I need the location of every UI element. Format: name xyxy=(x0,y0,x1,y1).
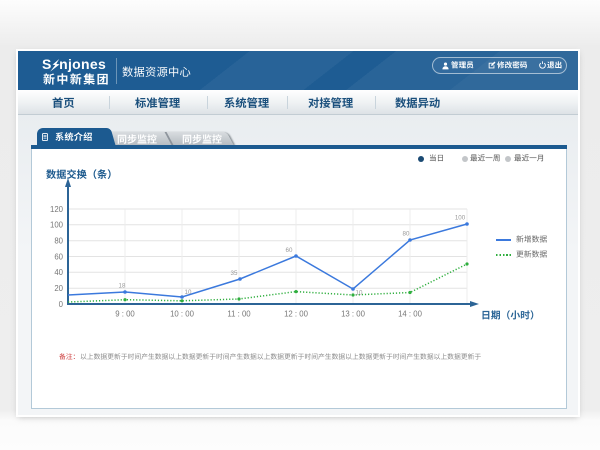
svg-text:20: 20 xyxy=(54,284,63,293)
svg-text:18: 18 xyxy=(119,283,126,290)
svg-text:100: 100 xyxy=(50,221,64,230)
svg-text:80: 80 xyxy=(54,237,63,246)
svg-text:35: 35 xyxy=(231,270,238,277)
svg-text:60: 60 xyxy=(286,247,293,254)
svg-text:10 : 00: 10 : 00 xyxy=(170,310,195,319)
svg-text:12 : 00: 12 : 00 xyxy=(284,310,309,319)
svg-text:60: 60 xyxy=(54,252,63,261)
svg-text:40: 40 xyxy=(54,268,63,277)
svg-text:80: 80 xyxy=(403,231,410,238)
svg-text:120: 120 xyxy=(50,205,64,214)
svg-text:11 : 00: 11 : 00 xyxy=(227,310,251,319)
svg-text:13 : 00: 13 : 00 xyxy=(341,310,366,319)
svg-text:100: 100 xyxy=(455,215,466,222)
svg-text:14 : 00: 14 : 00 xyxy=(398,310,423,319)
svg-text:10: 10 xyxy=(356,290,363,297)
svg-text:0: 0 xyxy=(59,300,64,309)
svg-text:9 : 00: 9 : 00 xyxy=(115,310,135,319)
svg-text:10: 10 xyxy=(185,289,192,296)
